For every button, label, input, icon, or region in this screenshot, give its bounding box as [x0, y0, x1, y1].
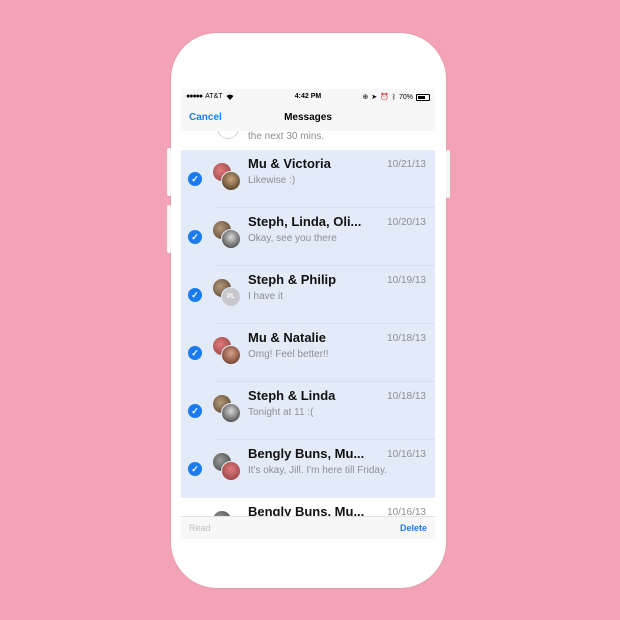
group-avatar — [213, 163, 243, 193]
conversation-name: Bengly Buns, Mu... — [248, 504, 365, 516]
navigation-bar: Cancel Messages — [181, 105, 435, 132]
avatar — [221, 345, 241, 365]
checkmark-icon[interactable]: ✓ — [188, 288, 202, 302]
power-button — [446, 150, 450, 198]
conversation-name: Mu & Victoria — [248, 156, 331, 171]
conversation-row[interactable]: ✓ Steph & Linda 10/18/13 Tonight at 11 :… — [181, 382, 435, 440]
group-avatar: PL — [213, 279, 243, 309]
group-avatar — [213, 453, 243, 483]
delete-button[interactable]: Delete — [400, 523, 427, 533]
location-icon: ➤ — [371, 94, 378, 101]
message-preview: Omg! Feel better!! — [248, 349, 329, 360]
list-item-partial[interactable]: the next 30 mins. — [181, 131, 435, 150]
checkmark-icon[interactable]: ✓ — [188, 462, 202, 476]
bottom-toolbar: Read Delete — [181, 516, 435, 539]
conversation-row[interactable]: ✓ Steph, Linda, Oli... 10/20/13 Okay, se… — [181, 208, 435, 266]
volume-down-button — [167, 205, 171, 253]
conversation-name: Steph & Linda — [248, 388, 336, 403]
conversation-row[interactable]: ✓ Mu & Natalie 10/18/13 Omg! Feel better… — [181, 324, 435, 382]
group-avatar — [213, 221, 243, 251]
lock-rotation-icon: ⊕ — [362, 94, 369, 101]
avatar — [221, 229, 241, 249]
phone-screen: ●●●●● AT&T 4:42 PM ⊕ ➤ ⏰ ᛒ 70% Cancel Me… — [181, 89, 435, 539]
conversation-date: 10/20/13 — [387, 217, 426, 228]
checkmark-icon[interactable]: ✓ — [188, 346, 202, 360]
checkmark-icon[interactable]: ✓ — [188, 172, 202, 186]
conversation-name: Steph, Linda, Oli... — [248, 214, 362, 229]
conversation-row[interactable]: ✓ Mu & Victoria 10/21/13 Likewise :) — [181, 150, 435, 208]
conversation-row[interactable]: ✓ PL Steph & Philip 10/19/13 I have it — [181, 266, 435, 324]
group-avatar — [213, 337, 243, 367]
read-button[interactable]: Read — [189, 523, 211, 533]
conversation-date: 10/16/13 — [387, 507, 426, 516]
status-bar: ●●●●● AT&T 4:42 PM ⊕ ➤ ⏰ ᛒ 70% — [181, 89, 435, 105]
conversation-date: 10/21/13 — [387, 159, 426, 170]
avatar — [221, 461, 241, 481]
avatar — [221, 403, 241, 423]
conversation-date: 10/16/13 — [387, 449, 426, 460]
message-preview: It's okay, Jill. I'm here till Friday. — [248, 465, 388, 476]
conversation-row[interactable]: Bengly Buns, Mu... 10/16/13 — [181, 498, 435, 516]
message-preview: Okay, see you there — [248, 233, 337, 244]
conversation-date: 10/19/13 — [387, 275, 426, 286]
conversation-name: Steph & Philip — [248, 272, 337, 287]
conversation-row[interactable]: ✓ Bengly Buns, Mu... 10/16/13 It's okay,… — [181, 440, 435, 498]
conversation-name: Mu & Natalie — [248, 330, 327, 345]
battery-percent: 70% — [398, 93, 413, 101]
conversation-date: 10/18/13 — [387, 391, 426, 402]
bluetooth-icon: ᛒ — [391, 93, 396, 101]
alarm-icon: ⏰ — [380, 94, 389, 101]
checkmark-icon[interactable]: ✓ — [188, 230, 202, 244]
volume-up-button — [167, 148, 171, 196]
page-title: Messages — [284, 112, 332, 123]
conversation-list[interactable]: the next 30 mins. ✓ Mu & Victoria 10/21/… — [181, 131, 435, 516]
initials-avatar: PL — [221, 287, 241, 307]
group-avatar — [213, 395, 243, 425]
message-preview: Tonight at 11 :( — [248, 407, 314, 418]
message-preview: I have it — [248, 291, 284, 302]
avatar — [217, 131, 239, 139]
checkmark-icon[interactable]: ✓ — [188, 404, 202, 418]
battery-icon — [416, 93, 430, 101]
avatar — [221, 171, 241, 191]
message-preview: Likewise :) — [248, 175, 296, 186]
conversation-date: 10/18/13 — [387, 333, 426, 344]
conversation-name: Bengly Buns, Mu... — [248, 446, 365, 461]
message-preview: the next 30 mins. — [248, 131, 325, 142]
